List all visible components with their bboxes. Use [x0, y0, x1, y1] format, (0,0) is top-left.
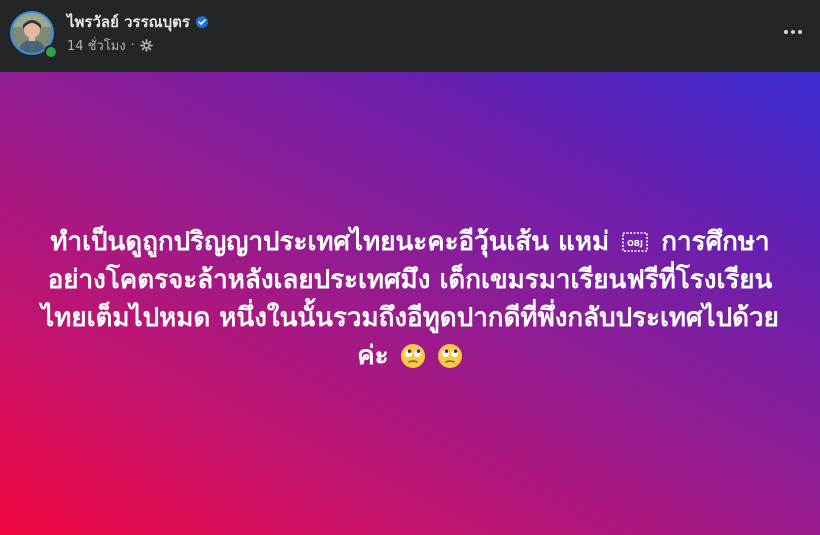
obj-glyph-label: OBJ — [627, 239, 643, 248]
post-meta: 14 ชั่วโมง · — [67, 36, 153, 54]
more-dot — [798, 30, 802, 34]
meta-separator: · — [130, 37, 135, 53]
object-replacement-icon: OBJ — [622, 232, 649, 252]
post-text-part1: ทำเป็นดูถูกปริญญาประเทศไทยนะคะอีวุ้นเส้น… — [50, 226, 610, 257]
post-timestamp[interactable]: 14 ชั่วโมง — [67, 35, 126, 56]
more-options-icon[interactable] — [780, 20, 806, 44]
author-name[interactable]: ไพรวัลย์ วรรณบุตร — [67, 10, 190, 34]
public-settings-icon[interactable] — [139, 38, 153, 52]
verified-badge-icon — [195, 15, 209, 29]
online-status-dot — [44, 45, 58, 59]
post-text: ทำเป็นดูถูกปริญญาประเทศไทยนะคะอีวุ้นเส้น… — [30, 223, 790, 375]
more-dot — [784, 30, 788, 34]
author-row: ไพรวัลย์ วรรณบุตร — [67, 11, 209, 33]
eye-roll-emoji-icon — [437, 344, 462, 368]
eye-roll-emoji-icon — [400, 344, 425, 368]
post-header: ไพรวัลย์ วรรณบุตร 14 ชั่วโมง · — [0, 0, 820, 72]
more-dot — [791, 30, 795, 34]
post-background-card: ทำเป็นดูถูกปริญญาประเทศไทยนะคะอีวุ้นเส้น… — [0, 72, 820, 535]
facebook-post: ไพรวัลย์ วรรณบุตร 14 ชั่วโมง · ทำเป็นดูถ… — [0, 0, 820, 535]
